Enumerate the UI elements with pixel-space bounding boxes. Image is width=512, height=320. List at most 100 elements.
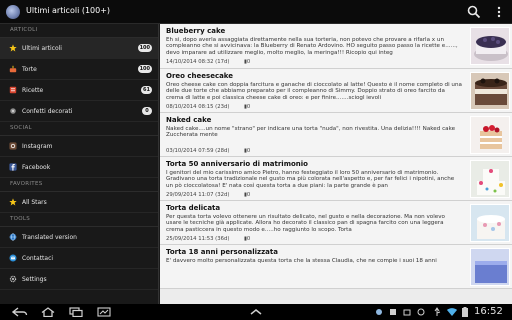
sidebar-item-label: Translated version: [22, 234, 77, 241]
battery-icon: [462, 307, 468, 317]
system-navigation-bar: 16:52: [0, 304, 512, 320]
anniversary-cake-image: [471, 161, 509, 197]
notification-icon: [390, 309, 396, 315]
comment-count-value: 0: [246, 192, 251, 198]
sidebar-item-label: Instagram: [22, 143, 53, 150]
comment-count: ▮0: [244, 236, 251, 242]
notification-icon: [376, 309, 382, 315]
candy-icon: [10, 108, 16, 114]
comment-count-value: 0: [246, 148, 251, 154]
sidebar-item-ricette[interactable]: Ricette 61: [0, 80, 158, 101]
naked-cake-image: [471, 117, 509, 153]
comment-count-value: 0: [246, 236, 251, 242]
section-header-favorites: FAVORITES: [0, 178, 158, 192]
count-badge: 61: [141, 86, 152, 94]
overflow-menu-icon[interactable]: [494, 4, 504, 20]
article-thumbnail: [470, 248, 510, 286]
article-snippet: Naked cake....un nome "strano" per indic…: [166, 126, 456, 139]
section-header-tools: TOOLS: [0, 213, 158, 227]
article-title: Torta delicata: [166, 204, 221, 212]
back-icon[interactable]: [12, 307, 28, 317]
article-snippet: I genitori del mio carissimo amico Pietr…: [166, 170, 455, 189]
article-thumbnail: [470, 160, 510, 198]
sidebar-item-ultimi-articoli[interactable]: Ultimi articoli 100: [0, 38, 158, 59]
article-title: Torta 50 anniversario di matrimonio: [166, 160, 308, 168]
app-title: Ultimi articoli (100+): [26, 6, 111, 15]
count-badge: 100: [137, 65, 152, 73]
action-bar: Ultimi articoli (100+): [0, 0, 512, 24]
instagram-icon: [9, 142, 17, 150]
search-icon[interactable]: [466, 4, 482, 20]
sidebar-item-confetti-decorati[interactable]: Confetti decorati 0: [0, 101, 158, 122]
notification-icon: [417, 308, 425, 316]
gear-icon: [9, 275, 17, 283]
sidebar-item-facebook[interactable]: Facebook: [0, 157, 158, 178]
screenshot-icon[interactable]: [96, 307, 112, 317]
cake-icon: [9, 65, 17, 73]
section-header-articoli: ARTICOLI: [0, 24, 158, 38]
wifi-icon: [447, 308, 457, 316]
article-snippet: Per questa torta volevo ottenere un risu…: [166, 214, 445, 233]
chevron-up-icon[interactable]: [248, 307, 264, 317]
oreo-cheesecake-image: [471, 73, 509, 109]
comment-count-value: 0: [246, 104, 251, 110]
sidebar-item-label: Ultimi articoli: [22, 45, 62, 52]
article-item[interactable]: Naked cake Naked cake....un nome "strano…: [160, 113, 512, 157]
recent-apps-icon[interactable]: [68, 307, 84, 317]
article-snippet: Oreo cheese cake con doppia farcitura e …: [166, 82, 462, 101]
comment-count: ▮0: [244, 148, 251, 154]
article-list[interactable]: Blueberry cake Eh sì, dopo averla assagg…: [160, 24, 512, 304]
sidebar-item-instagram[interactable]: Instagram: [0, 136, 158, 157]
sidebar-item-label: Torte: [22, 66, 37, 73]
article-date: 29/09/2014 11:07 (32d): [166, 192, 230, 198]
recipe-icon: [9, 86, 17, 94]
comment-count-value: 0: [246, 59, 251, 65]
count-badge: 100: [137, 44, 152, 52]
article-title: Torta 18 anni personalizzata: [166, 248, 278, 256]
star-icon: [9, 44, 17, 52]
article-item[interactable]: Torta 18 anni personalizzata E' davvero …: [160, 245, 512, 289]
sidebar-item-label: Confetti decorati: [22, 108, 73, 115]
article-title: Blueberry cake: [166, 27, 226, 35]
sidebar-item-all-stars[interactable]: All Stars: [0, 192, 158, 213]
article-snippet: E' davvero molto personalizzata questa t…: [166, 258, 437, 264]
count-badge: 0: [142, 107, 152, 115]
section-header-social: SOCIAL: [0, 122, 158, 136]
article-date: 14/10/2014 08:32 (17d): [166, 59, 230, 65]
article-date: 25/09/2014 11:53 (36d): [166, 236, 230, 242]
sidebar-item-label: All Stars: [22, 199, 47, 206]
article-thumbnail: [470, 72, 510, 110]
comment-count: ▮0: [244, 104, 251, 110]
article-item[interactable]: Torta 50 anniversario di matrimonio I ge…: [160, 157, 512, 201]
article-title: Oreo cheesecake: [166, 72, 234, 80]
mail-icon: [9, 254, 17, 262]
article-item[interactable]: Oreo cheesecake Oreo cheese cake con dop…: [160, 69, 512, 113]
usb-icon: [434, 307, 441, 316]
sidebar-item-translated-version[interactable]: Translated version: [0, 227, 158, 248]
globe-icon: [9, 233, 17, 241]
sidebar-item-torte[interactable]: Torte 100: [0, 59, 158, 80]
sidebar-item-label: Ricette: [22, 87, 44, 94]
article-date: 03/10/2014 07:59 (28d): [166, 148, 230, 154]
article-date: 08/10/2014 08:15 (23d): [166, 104, 230, 110]
article-snippet: Eh sì, dopo averla assaggiata direttamen…: [166, 37, 458, 56]
blueberry-cake-image: [471, 28, 509, 64]
sidebar-item-contattaci[interactable]: Contattaci: [0, 248, 158, 269]
sidebar-item-label: Settings: [22, 276, 47, 283]
navigation-drawer: ARTICOLI Ultimi articoli 100 Torte 100 R…: [0, 24, 159, 304]
sidebar-item-settings[interactable]: Settings: [0, 269, 158, 290]
article-item[interactable]: Torta delicata Per questa torta volevo o…: [160, 201, 512, 245]
comment-count: ▮0: [244, 192, 251, 198]
facebook-icon: [9, 163, 17, 171]
article-item[interactable]: Blueberry cake Eh sì, dopo averla assagg…: [160, 24, 512, 69]
app-logo-icon[interactable]: [6, 5, 20, 19]
article-thumbnail: [470, 27, 510, 65]
comment-count: ▮0: [244, 59, 251, 65]
personalized-cake-image: [471, 249, 509, 285]
home-icon[interactable]: [40, 307, 56, 317]
article-thumbnail: [470, 204, 510, 242]
sidebar-item-label: Contattaci: [22, 255, 54, 262]
sidebar-item-label: Facebook: [22, 164, 51, 171]
article-title: Naked cake: [166, 116, 212, 124]
status-clock: 16:52: [474, 306, 503, 317]
